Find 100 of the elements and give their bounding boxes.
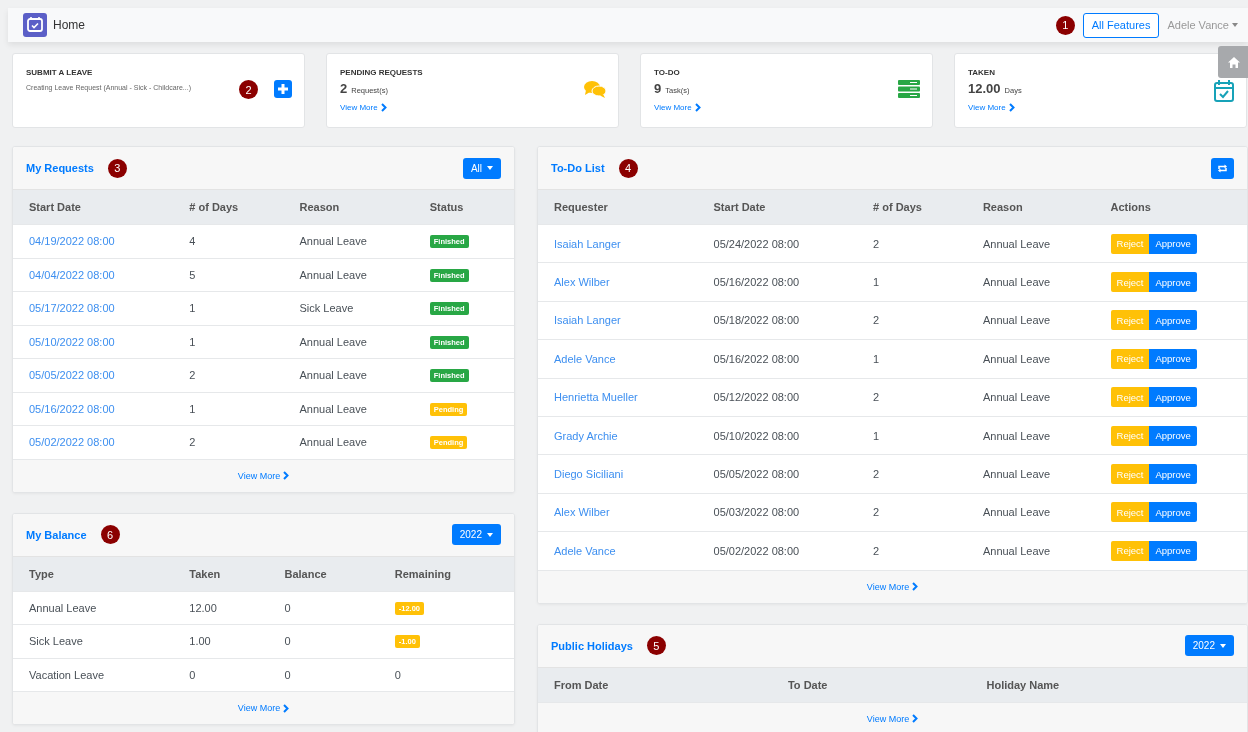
requester-link[interactable]: Isaiah Langer (554, 314, 621, 327)
approve-button[interactable]: Approve (1149, 272, 1197, 293)
table-cell: 05/16/2022 08:00 (697, 339, 858, 379)
column-header: Taken (173, 556, 269, 591)
column-header: # of Days (857, 190, 967, 225)
column-header: Holiday Name (970, 667, 1247, 702)
table-cell: Annual Leave (283, 392, 414, 426)
table-cell: 1 (173, 392, 284, 426)
table-cell: 05/05/2022 08:00 (697, 454, 858, 494)
annotation-marker: 1 (1055, 15, 1075, 35)
requester-link[interactable]: Alex Wilber (554, 276, 610, 289)
chevron-right-icon (694, 103, 701, 112)
table-cell: 1 (857, 262, 967, 302)
table-cell: Annual Leave (966, 531, 1095, 570)
table-cell: Annual Leave (966, 378, 1095, 417)
column-header: Start Date (697, 190, 858, 225)
annotation-marker: 3 (107, 158, 127, 178)
annotation-marker: 6 (100, 525, 120, 544)
filter-dropdown[interactable]: All (462, 157, 501, 179)
requester-link[interactable]: Grady Archie (554, 429, 618, 442)
panel-title-link[interactable]: My Requests (26, 162, 94, 174)
date-link[interactable]: 05/17/2022 08:00 (29, 302, 115, 315)
column-header: Reason (283, 190, 414, 225)
card-value: 12.00 (968, 81, 1001, 96)
requester-link[interactable]: Adele Vance (554, 352, 616, 365)
year-dropdown[interactable]: 2022 (451, 524, 501, 545)
table-cell: 1 (173, 325, 284, 359)
table-cell: 05/18/2022 08:00 (697, 301, 858, 340)
date-link[interactable]: 04/04/2022 08:00 (29, 268, 115, 281)
table-cell: 05/16/2022 08:00 (697, 262, 858, 302)
column-header: Actions (1094, 190, 1247, 225)
requester-link[interactable]: Alex Wilber (554, 506, 610, 519)
view-more-link[interactable]: View More (866, 713, 919, 724)
panel-title-link[interactable]: Public Holidays (551, 639, 633, 652)
table-cell: Annual Leave (13, 591, 174, 625)
requester-link[interactable]: Adele Vance (554, 544, 616, 557)
card-value: 2 (340, 81, 348, 96)
view-more-link[interactable]: View More (866, 581, 919, 592)
home-icon (1228, 56, 1240, 68)
approve-button[interactable]: Approve (1149, 348, 1197, 369)
view-more-link[interactable]: View More (968, 103, 1015, 112)
plus-icon (274, 80, 292, 98)
card-title: SUBMIT A LEAVE (26, 68, 94, 77)
table-cell: 0 (268, 624, 379, 658)
view-more-link[interactable]: View More (237, 703, 290, 713)
column-header: Remaining (378, 556, 514, 591)
requester-link[interactable]: Diego Siciliani (554, 468, 624, 481)
approve-button[interactable]: Approve (1149, 502, 1197, 523)
table-cell: 2 (857, 378, 967, 417)
approve-button[interactable]: Approve (1149, 233, 1197, 254)
view-more-link[interactable]: View More (340, 103, 387, 112)
refresh-button[interactable] (1211, 157, 1234, 179)
table-cell: 5 (173, 258, 284, 292)
date-link[interactable]: 05/05/2022 08:00 (29, 369, 115, 382)
home-button[interactable] (1218, 46, 1248, 78)
chevron-right-icon (283, 471, 290, 480)
date-link[interactable]: 05/10/2022 08:00 (29, 335, 115, 348)
date-link[interactable]: 05/16/2022 08:00 (29, 402, 115, 415)
table-cell: Sick Leave (283, 291, 414, 325)
requester-link[interactable]: Isaiah Langer (554, 237, 621, 250)
caret-icon (1220, 643, 1226, 648)
approve-button[interactable]: Approve (1149, 540, 1197, 561)
table-cell: Annual Leave (966, 416, 1095, 455)
table-cell: 1 (173, 291, 284, 325)
table-cell: 05/24/2022 08:00 (697, 224, 858, 263)
column-header: Reason (966, 190, 1095, 225)
approve-button[interactable]: Approve (1149, 387, 1197, 408)
card-value: 9 (654, 81, 662, 96)
date-link[interactable]: 05/02/2022 08:00 (29, 436, 115, 449)
column-header: From Date (538, 667, 772, 702)
table-cell: 05/02/2022 08:00 (697, 531, 858, 570)
page-title: Home (53, 18, 85, 32)
table-cell: 1 (857, 339, 967, 379)
requester-link[interactable]: Henrietta Mueller (554, 391, 638, 404)
panel-title-link[interactable]: My Balance (26, 528, 87, 541)
table-cell: Annual Leave (966, 454, 1095, 494)
table-cell: 05/03/2022 08:00 (697, 493, 858, 532)
table-cell: 2 (857, 224, 967, 263)
view-more-link[interactable]: View More (237, 470, 290, 481)
table-cell: Annual Leave (966, 493, 1095, 532)
approve-button[interactable]: Approve (1149, 310, 1197, 331)
column-header: Start Date (13, 190, 174, 225)
table-cell: 2 (857, 301, 967, 340)
table-cell: 0 (268, 591, 379, 625)
approve-button[interactable]: Approve (1149, 464, 1197, 485)
table-cell: Annual Leave (283, 224, 414, 258)
table-cell: Annual Leave (283, 425, 414, 459)
user-menu[interactable]: Adele Vance (1165, 19, 1240, 31)
table-cell: 4 (173, 224, 284, 258)
all-features-button[interactable]: All Features (1082, 12, 1160, 38)
chevron-right-icon (912, 714, 919, 723)
table-cell: 2 (857, 454, 967, 494)
caret-icon (487, 166, 493, 170)
date-link[interactable]: 04/19/2022 08:00 (29, 235, 115, 248)
view-more-link[interactable]: View More (654, 103, 701, 112)
annotation-marker: 5 (646, 636, 666, 655)
panel-title-link[interactable]: To-Do List (551, 162, 605, 174)
year-dropdown[interactable]: 2022 (1184, 635, 1234, 656)
approve-button[interactable]: Approve (1149, 425, 1197, 446)
table-cell: 2 (857, 531, 967, 570)
